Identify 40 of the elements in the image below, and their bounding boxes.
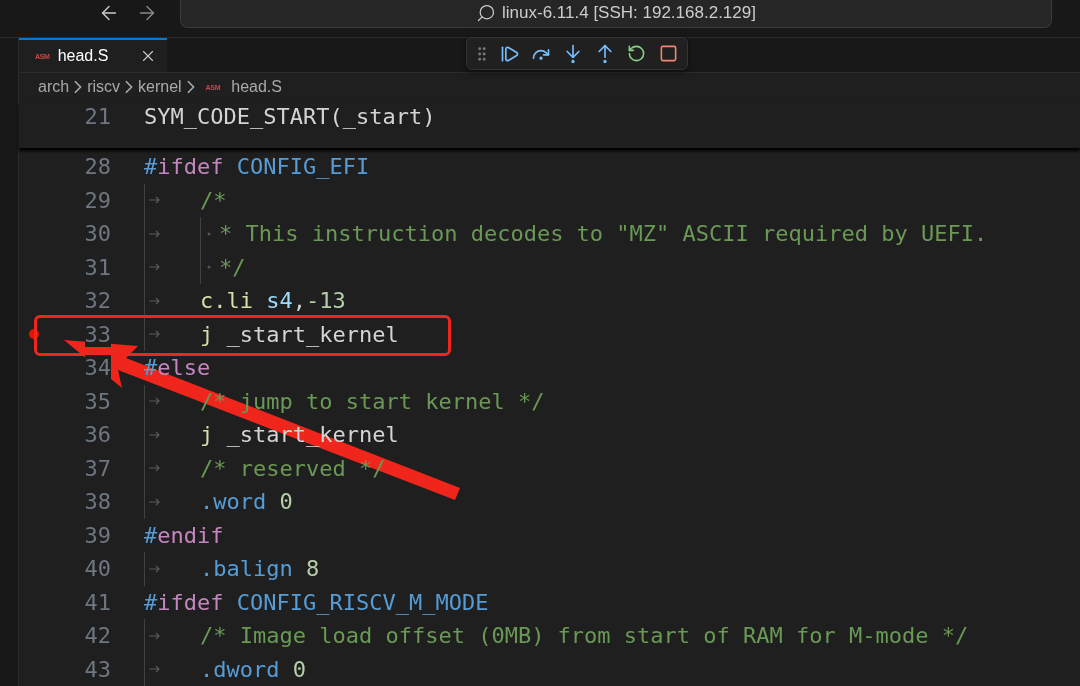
tab-arrow-icon bbox=[149, 563, 161, 574]
breadcrumb-item[interactable]: riscv bbox=[87, 78, 120, 97]
code-line: /* bbox=[200, 187, 227, 213]
code-line: #endif bbox=[144, 522, 224, 548]
tab-arrow-icon bbox=[149, 396, 161, 407]
code-line: j _start_kernel bbox=[200, 321, 399, 347]
tab-arrow-icon bbox=[149, 195, 161, 206]
code-line: */ bbox=[219, 254, 246, 280]
code-line: #ifdef CONFIG_EFI bbox=[144, 154, 370, 180]
line-number: 34 bbox=[84, 355, 111, 381]
chevron-icon bbox=[125, 80, 133, 95]
code-line: * This instruction decodes to "MZ" ASCII required by UEFI. bbox=[219, 221, 988, 247]
tab-arrow-icon bbox=[149, 496, 161, 507]
tab-arrow-icon bbox=[149, 262, 161, 273]
restart-icon bbox=[626, 44, 646, 63]
tab-arrow-icon bbox=[149, 329, 161, 340]
continue-icon bbox=[499, 43, 520, 64]
breadcrumb-item[interactable]: arch bbox=[38, 78, 70, 97]
chevron-icon bbox=[186, 80, 195, 95]
code-line: #ifdef CONFIG_RISCV_M_MODE bbox=[144, 589, 489, 615]
code-line: .balign 8 bbox=[200, 556, 320, 582]
code-line: /* Image load offset (0MB) from start of RAM for M-mode */ bbox=[200, 623, 969, 649]
tab-arrow-icon bbox=[149, 228, 161, 239]
command-center[interactable]: linux-6.11.4 [SSH: 192.168.2.129] bbox=[180, 0, 1052, 28]
breadcrumb-item[interactable]: kernel bbox=[138, 78, 182, 97]
code-line: .word 0 bbox=[200, 489, 293, 515]
workspace-title: linux-6.11.4 [SSH: 192.168.2.129] bbox=[502, 3, 756, 23]
stop-icon bbox=[658, 44, 678, 63]
tab-arrow-icon bbox=[149, 295, 161, 306]
code-line: c.li s4,-13 bbox=[200, 288, 346, 314]
breakpoint-dot[interactable] bbox=[29, 329, 39, 340]
search-icon bbox=[476, 3, 497, 23]
chevron-icon bbox=[74, 80, 83, 95]
tab-arrow-icon bbox=[149, 463, 161, 474]
code-line: .dword 0 bbox=[200, 656, 306, 682]
breadcrumb-item[interactable]: head.S bbox=[231, 78, 282, 97]
tab-arrow-icon bbox=[149, 429, 161, 440]
tab-arrow-icon bbox=[149, 664, 161, 675]
code-line: SYM_CODE_START(_start) bbox=[144, 104, 436, 129]
tab-arrow-icon bbox=[149, 630, 161, 641]
